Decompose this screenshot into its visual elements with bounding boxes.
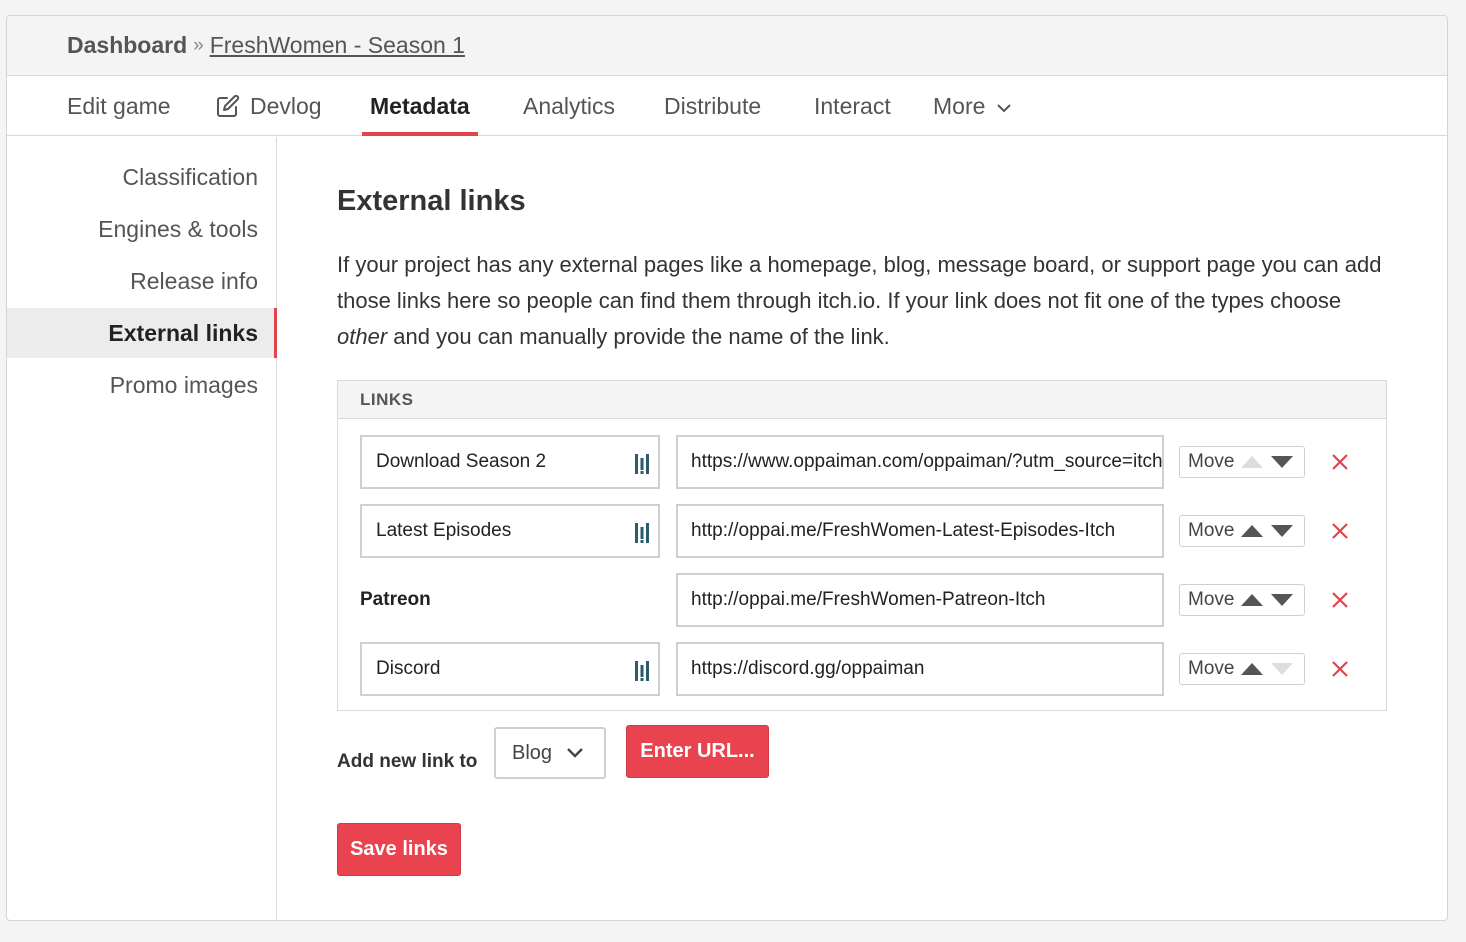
sidebar-item-label: External links (108, 319, 258, 346)
tab-edit-game-label: Edit game (67, 92, 171, 119)
move-label: Move (1188, 658, 1235, 679)
link-type-select[interactable]: Blog (494, 727, 606, 779)
tab-analytics[interactable]: Analytics (523, 76, 615, 136)
sidebar-item-label: Release info (130, 267, 258, 294)
links-header: LINKS (338, 381, 1386, 419)
password-manager-icon[interactable] (634, 521, 650, 545)
move-control: Move (1179, 653, 1305, 685)
link-name-input[interactable]: Discord (360, 642, 660, 696)
link-name-static: Patreon (360, 589, 431, 610)
move-control: Move (1179, 584, 1305, 616)
link-url-value: https://discord.gg/oppaiman (691, 658, 925, 679)
chevron-down-icon (567, 748, 583, 758)
intro-text: If your project has any external pages l… (337, 247, 1397, 355)
link-name-input[interactable]: Download Season 2 (360, 435, 660, 489)
link-url-input[interactable]: http://oppai.me/FreshWomen-Latest-Episod… (676, 504, 1164, 558)
breadcrumb-dashboard-link[interactable]: Dashboard (67, 32, 187, 59)
sidebar-item-classification[interactable]: Classification (7, 152, 277, 202)
intro-text-emphasis: other (337, 324, 388, 349)
tab-metadata-label: Metadata (370, 92, 470, 119)
arrow-up-icon[interactable] (1240, 455, 1264, 469)
arrow-up-icon[interactable] (1240, 593, 1264, 607)
sidebar-item-label: Promo images (109, 371, 258, 398)
password-manager-icon[interactable] (634, 452, 650, 476)
link-url-input[interactable]: https://discord.gg/oppaiman (676, 642, 1164, 696)
tab-more[interactable]: More (933, 76, 1012, 136)
remove-link-icon[interactable] (1330, 521, 1350, 541)
tab-devlog-label: Devlog (250, 92, 322, 119)
arrow-up-icon[interactable] (1240, 524, 1264, 538)
link-name-input[interactable]: Latest Episodes (360, 504, 660, 558)
remove-link-icon[interactable] (1330, 452, 1350, 472)
save-links-button[interactable]: Save links (337, 823, 461, 876)
tab-bar: Edit game Devlog Metadata Analytics Dist… (7, 76, 1447, 136)
chevron-down-icon (997, 104, 1012, 113)
page-card: Dashboard » FreshWomen - Season 1 Edit g… (6, 15, 1448, 921)
sidebar-item-release-info[interactable]: Release info (7, 256, 277, 306)
move-control: Move (1179, 515, 1305, 547)
link-name-value: Discord (376, 658, 441, 679)
enter-url-button[interactable]: Enter URL... (626, 725, 769, 778)
link-url-input[interactable]: http://oppai.me/FreshWomen-Patreon-Itch (676, 573, 1164, 627)
breadcrumb: Dashboard » FreshWomen - Season 1 (7, 16, 1447, 76)
intro-text-end: and you can manually provide the name of… (387, 324, 890, 349)
sidebar-item-promo-images[interactable]: Promo images (7, 360, 277, 410)
link-url-value: https://www.oppaiman.com/oppaiman/?utm_s… (691, 451, 1163, 472)
arrow-down-icon[interactable] (1270, 455, 1294, 469)
sidebar-item-label: Engines & tools (98, 215, 258, 242)
link-name-value: Latest Episodes (376, 520, 512, 541)
tab-distribute[interactable]: Distribute (664, 76, 761, 136)
tab-more-label: More (933, 92, 986, 119)
save-links-label: Save links (350, 838, 448, 860)
sidebar-item-engines-tools[interactable]: Engines & tools (7, 204, 277, 254)
links-panel: LINKS Download Season 2 https://www.oppa… (337, 380, 1387, 711)
move-label: Move (1188, 589, 1235, 610)
link-row: Download Season 2 https://www.oppaiman.c… (360, 435, 1370, 489)
add-link-label: Add new link to (337, 751, 478, 772)
arrow-down-icon[interactable] (1270, 662, 1294, 676)
link-row: Latest Episodes http://oppai.me/FreshWom… (360, 504, 1370, 558)
sidebar-item-external-links[interactable]: External links (7, 308, 277, 358)
link-url-input[interactable]: https://www.oppaiman.com/oppaiman/?utm_s… (676, 435, 1164, 489)
enter-url-label: Enter URL... (640, 740, 755, 762)
link-url-value: http://oppai.me/FreshWomen-Patreon-Itch (691, 589, 1046, 610)
move-label: Move (1188, 520, 1235, 541)
arrow-down-icon[interactable] (1270, 524, 1294, 538)
tab-interact-label: Interact (814, 92, 891, 119)
breadcrumb-game-link[interactable]: FreshWomen - Season 1 (210, 32, 465, 59)
edit-icon (217, 94, 240, 117)
move-control: Move (1179, 446, 1305, 478)
sidebar-item-label: Classification (122, 163, 259, 190)
link-name-value: Download Season 2 (376, 451, 547, 472)
page-title: External links (337, 185, 526, 217)
tab-distribute-label: Distribute (664, 92, 762, 119)
link-row: Discord https://discord.gg/oppaiman Move (360, 642, 1370, 696)
breadcrumb-separator: » (193, 34, 204, 56)
link-type-value: Blog (512, 741, 553, 764)
tab-devlog[interactable]: Devlog (216, 76, 322, 136)
move-label: Move (1188, 451, 1235, 472)
arrow-down-icon[interactable] (1270, 593, 1294, 607)
tab-interact[interactable]: Interact (814, 76, 891, 136)
intro-text-start: If your project has any external pages l… (337, 252, 1382, 313)
tab-metadata[interactable]: Metadata (362, 76, 478, 136)
tab-analytics-label: Analytics (523, 92, 616, 119)
sidebar: Classification Engines & tools Release i… (7, 137, 277, 920)
arrow-up-icon[interactable] (1240, 662, 1264, 676)
link-url-value: http://oppai.me/FreshWomen-Latest-Episod… (691, 520, 1116, 541)
password-manager-icon[interactable] (634, 659, 650, 683)
tab-edit-game[interactable]: Edit game (67, 76, 171, 136)
link-row: Patreon http://oppai.me/FreshWomen-Patre… (360, 573, 1370, 627)
remove-link-icon[interactable] (1330, 659, 1350, 679)
remove-link-icon[interactable] (1330, 590, 1350, 610)
